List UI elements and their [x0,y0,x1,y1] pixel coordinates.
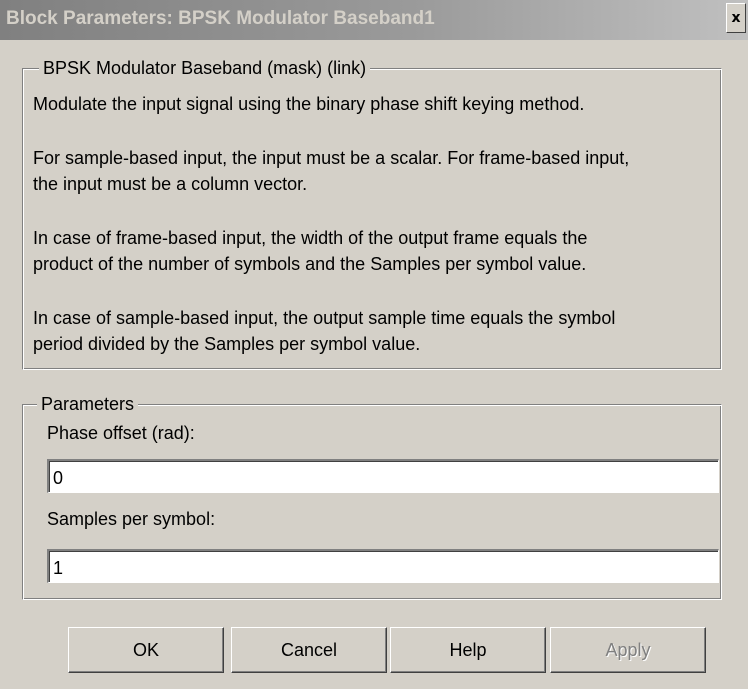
window-title: Block Parameters: BPSK Modulator Baseban… [6,8,435,29]
parameters-group-legend: Parameters [37,394,139,414]
description-line: the input must be a column vector. [33,174,308,194]
description-line: In case of frame-based input, the width … [33,228,588,248]
description-line: In case of sample-based input, the outpu… [33,308,616,328]
ok-button[interactable]: OK [68,627,224,673]
cancel-button[interactable]: Cancel [231,627,387,673]
phase-offset-label: Phase offset (rad): [47,423,195,443]
close-icon: x [731,10,741,26]
description-line: period divided by the Samples per symbol… [33,334,421,354]
apply-button[interactable]: Apply [550,627,706,673]
description-group-legend: BPSK Modulator Baseband (mask) (link) [39,58,371,78]
help-button[interactable]: Help [390,627,546,673]
parameters-group: Parameters Phase offset (rad): 0 Samples… [22,394,722,600]
description-line: For sample-based input, the input must b… [33,148,630,168]
block-parameters-dialog: Block Parameters: BPSK Modulator Baseban… [0,0,748,689]
title-bar[interactable]: Block Parameters: BPSK Modulator Baseban… [0,0,748,40]
description-group: BPSK Modulator Baseband (mask) (link) Mo… [22,58,722,370]
description-line: Modulate the input signal using the bina… [33,94,585,114]
samples-per-symbol-input[interactable]: 1 [47,549,719,583]
samples-per-symbol-label: Samples per symbol: [47,509,216,529]
description-line: product of the number of symbols and the… [33,254,587,274]
close-button[interactable]: x [726,3,746,33]
phase-offset-input[interactable]: 0 [47,459,719,493]
